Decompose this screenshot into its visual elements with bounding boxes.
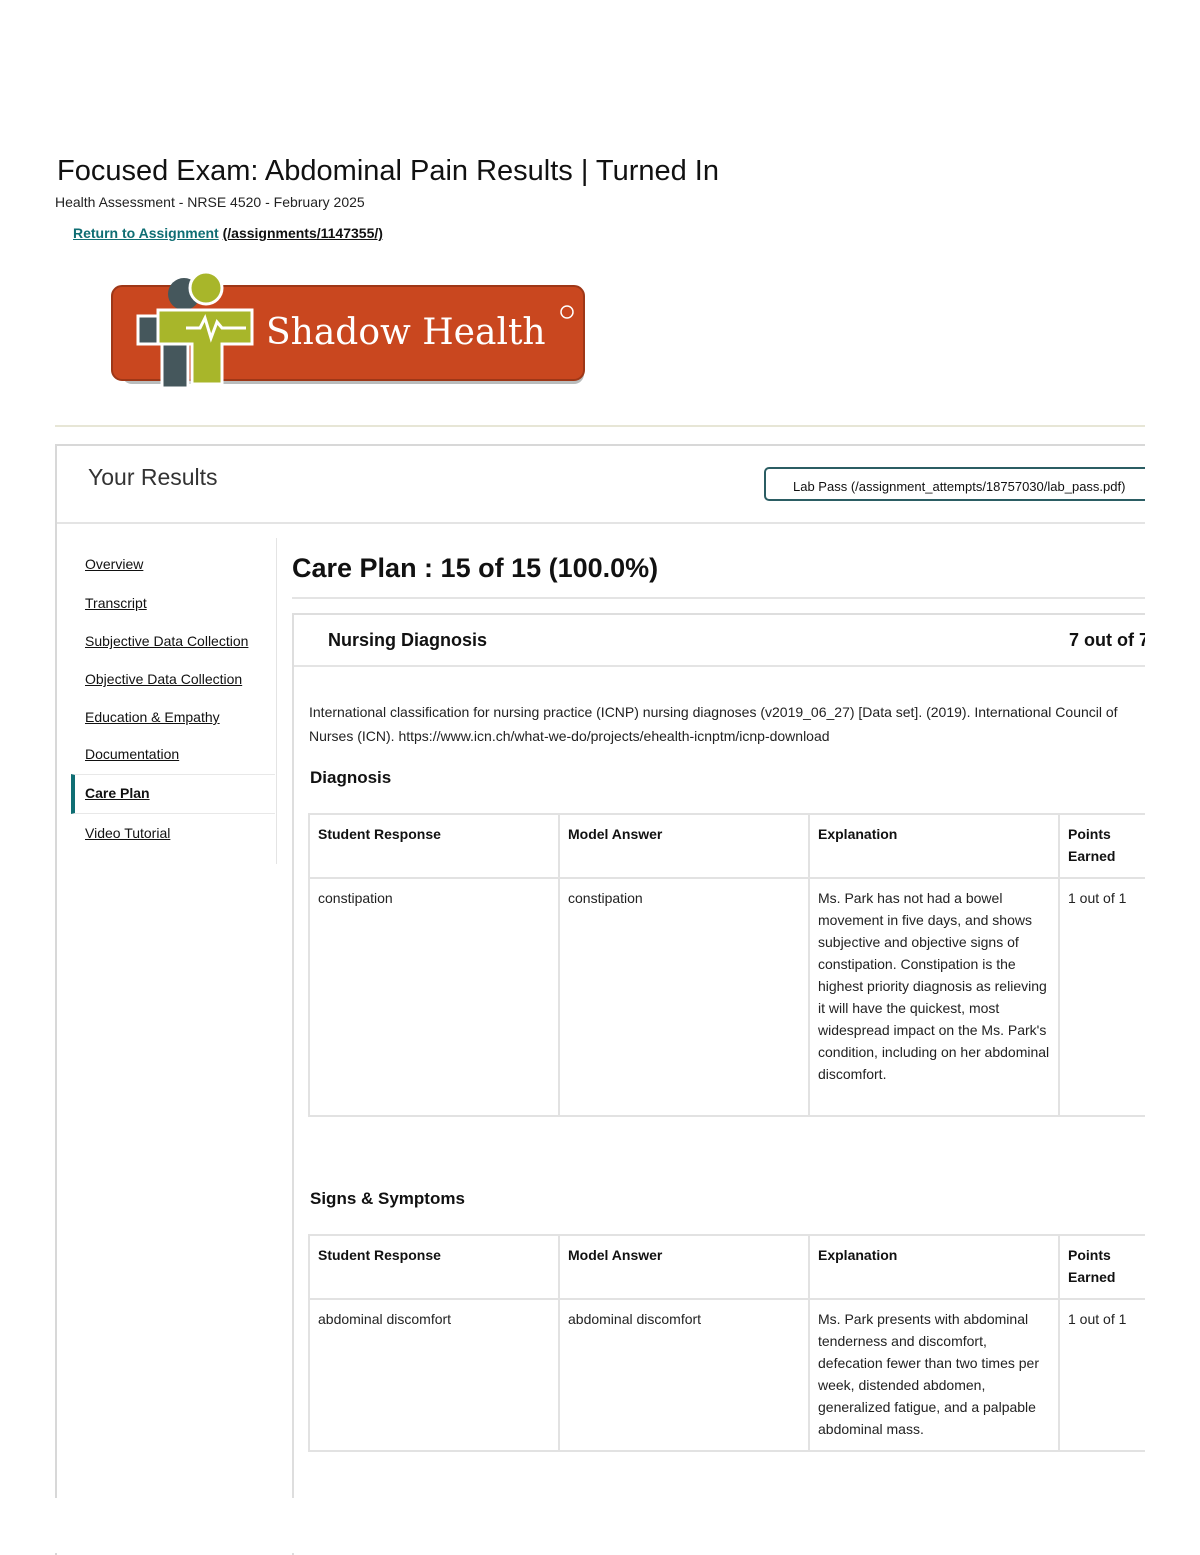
results-panel-header: Your Results Lab Pass (/assignment_attem… — [57, 446, 1164, 524]
signs-symptoms-table: Student Response Model Answer Explanatio… — [308, 1234, 1146, 1452]
table-row: constipation constipation Ms. Park has n… — [308, 877, 1146, 1117]
return-link-label[interactable]: Return to Assignment — [73, 225, 219, 241]
points-earned-cell: 1 out of 1 — [1058, 877, 1146, 1117]
course-subtitle: Health Assessment - NRSE 4520 - February… — [55, 194, 365, 210]
logo-text: Shadow Health — [266, 312, 546, 353]
model-answer-cell: abdominal discomfort — [558, 1298, 810, 1452]
title-divider — [292, 597, 1145, 599]
return-to-assignment-link[interactable]: Return to Assignment (/assignments/11473… — [73, 225, 383, 241]
sidebar-item-care-plan[interactable]: Care Plan — [85, 785, 150, 801]
shadow-health-logo: Shadow Health — [111, 270, 585, 390]
sidebar-item-documentation[interactable]: Documentation — [85, 746, 179, 762]
sidebar-item-objective[interactable]: Objective Data Collection — [85, 671, 242, 687]
sidebar-item-overview[interactable]: Overview — [85, 556, 143, 572]
care-plan-score-title: Care Plan : 15 of 15 (100.0%) — [292, 553, 659, 583]
page-bottom-edge — [0, 1498, 1200, 1553]
your-results-heading: Your Results — [88, 464, 218, 490]
explanation-cell: Ms. Park presents with abdominal tendern… — [808, 1298, 1060, 1452]
header-divider — [55, 425, 1145, 427]
diagnosis-heading: Diagnosis — [310, 768, 392, 787]
table-row: abdominal discomfort abdominal discomfor… — [308, 1298, 1146, 1452]
sidebar-item-transcript[interactable]: Transcript — [85, 595, 147, 611]
results-sidebar-nav: Overview Transcript Subjective Data Coll… — [71, 538, 277, 864]
column-header: Points Earned — [1058, 1234, 1146, 1300]
table-header-row: Student Response Model Answer Explanatio… — [308, 813, 1146, 879]
sidebar-item-video-tutorial[interactable]: Video Tutorial — [85, 825, 170, 841]
explanation-cell: Ms. Park has not had a bowel movement in… — [808, 877, 1060, 1117]
points-earned-cell: 1 out of 1 — [1058, 1298, 1146, 1452]
lab-pass-button[interactable]: Lab Pass (/assignment_attempts/18757030/… — [764, 467, 1164, 501]
section-title: Nursing Diagnosis — [328, 630, 488, 650]
column-header: Points Earned — [1058, 813, 1146, 879]
column-header: Explanation — [808, 1234, 1060, 1300]
column-header: Model Answer — [558, 1234, 810, 1300]
column-header: Explanation — [808, 813, 1060, 879]
column-header: Student Response — [308, 1234, 560, 1300]
student-response-cell: constipation — [308, 877, 560, 1117]
column-header: Student Response — [308, 813, 560, 879]
diagnosis-table: Student Response Model Answer Explanatio… — [308, 813, 1146, 1117]
table-header-row: Student Response Model Answer Explanatio… — [308, 1234, 1146, 1300]
model-answer-cell: constipation — [558, 877, 810, 1117]
section-score: 7 out of 7 — [1069, 630, 1149, 650]
student-response-cell: abdominal discomfort — [308, 1298, 560, 1452]
section-header-divider — [294, 665, 1145, 667]
sidebar-item-subjective[interactable]: Subjective Data Collection — [85, 633, 248, 649]
page-title: Focused Exam: Abdominal Pain Results | T… — [57, 155, 719, 187]
return-link-href[interactable]: (/assignments/1147355/) — [223, 225, 383, 241]
signs-symptoms-heading: Signs & Symptoms — [310, 1189, 465, 1208]
sidebar-item-education[interactable]: Education & Empathy — [85, 709, 220, 725]
column-header: Model Answer — [558, 813, 810, 879]
page-crop-edge — [1145, 0, 1200, 1553]
icnp-citation: International classification for nursing… — [309, 704, 1118, 744]
